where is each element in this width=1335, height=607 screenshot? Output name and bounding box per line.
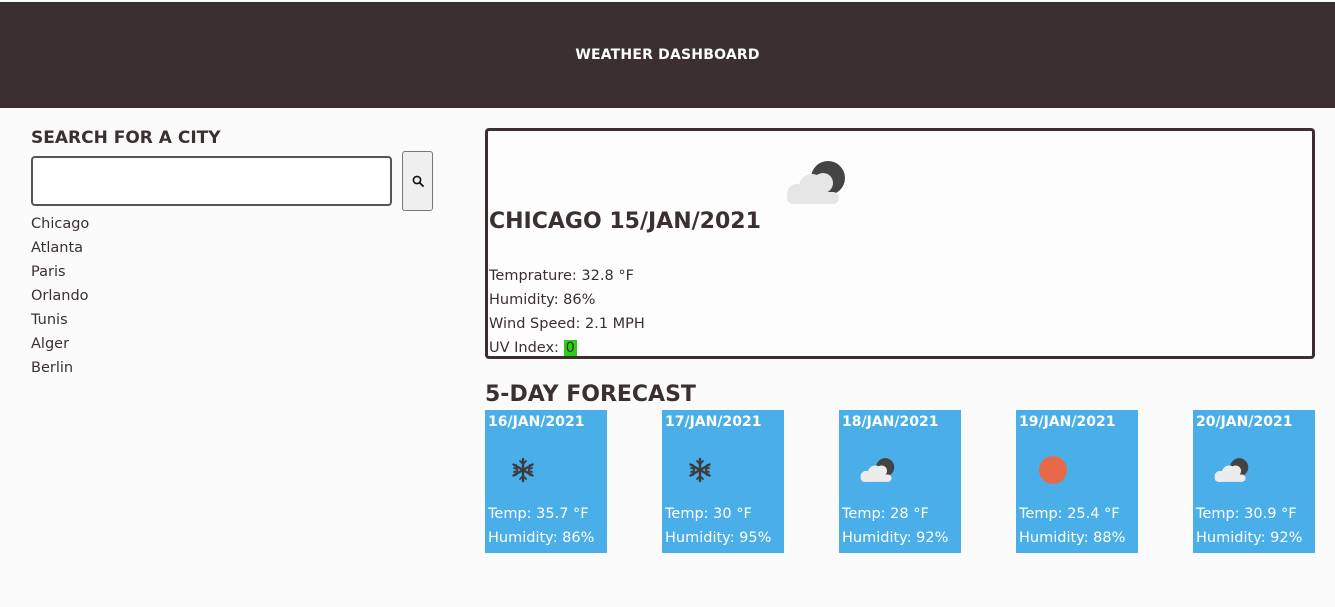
- forecast-humidity: Humidity: 86%: [488, 530, 595, 546]
- sun-icon: [1034, 452, 1074, 488]
- partly-cloudy-night-icon: [857, 452, 897, 488]
- uv-index-badge: 0: [563, 340, 577, 356]
- forecast-date: 18/JAN/2021: [842, 414, 939, 430]
- forecast-humidity: Humidity: 92%: [842, 530, 949, 546]
- current-uv-index: UV Index: 0: [489, 336, 645, 360]
- search-icon: [412, 175, 424, 187]
- forecast-temp: Temp: 35.7 °F: [488, 506, 589, 522]
- uv-label: UV Index:: [489, 340, 564, 356]
- current-stats: Temprature: 32.8 °F Humidity: 86% Wind S…: [489, 264, 645, 360]
- forecast-date: 19/JAN/2021: [1019, 414, 1116, 430]
- forecast-humidity: Humidity: 95%: [665, 530, 772, 546]
- partly-cloudy-night-icon: [781, 159, 849, 211]
- history-item[interactable]: Chicago: [31, 212, 89, 236]
- snowflake-icon: [503, 452, 543, 488]
- forecast-card: 20/JAN/2021 Temp: 30.9 °F Humidity: 92%: [1193, 410, 1315, 553]
- history-item[interactable]: Paris: [31, 260, 89, 284]
- current-temperature: Temprature: 32.8 °F: [489, 268, 634, 284]
- snowflake-icon: [680, 452, 720, 488]
- partly-cloudy-night-icon: [1211, 452, 1251, 488]
- current-city-title: CHICAGO 15/JAN/2021: [489, 209, 761, 234]
- forecast-card: 16/JAN/2021 Temp: 35.7 °F Humidity: 86%: [485, 410, 607, 553]
- forecast-date: 16/JAN/2021: [488, 414, 585, 430]
- forecast-temp: Temp: 30 °F: [665, 506, 752, 522]
- forecast-humidity: Humidity: 88%: [1019, 530, 1126, 546]
- forecast-card: 19/JAN/2021 Temp: 25.4 °F Humidity: 88%: [1016, 410, 1138, 553]
- city-search-input[interactable]: [31, 156, 392, 206]
- search-title: SEARCH FOR A CITY: [31, 128, 221, 148]
- forecast-date: 20/JAN/2021: [1196, 414, 1293, 430]
- history-item[interactable]: Atlanta: [31, 236, 89, 260]
- history-item[interactable]: Orlando: [31, 284, 89, 308]
- history-item[interactable]: Berlin: [31, 356, 89, 380]
- forecast-card: 17/JAN/2021 Temp: 30 °F Humidity: 95%: [662, 410, 784, 553]
- forecast-card: 18/JAN/2021 Temp: 28 °F Humidity: 92%: [839, 410, 961, 553]
- forecast-temp: Temp: 30.9 °F: [1196, 506, 1297, 522]
- forecast-date: 17/JAN/2021: [665, 414, 762, 430]
- search-history-list: Chicago Atlanta Paris Orlando Tunis Alge…: [31, 212, 89, 380]
- history-item[interactable]: Tunis: [31, 308, 89, 332]
- forecast-temp: Temp: 25.4 °F: [1019, 506, 1120, 522]
- forecast-humidity: Humidity: 92%: [1196, 530, 1303, 546]
- forecast-temp: Temp: 28 °F: [842, 506, 929, 522]
- current-wind-speed: Wind Speed: 2.1 MPH: [489, 316, 645, 332]
- history-item[interactable]: Alger: [31, 332, 89, 356]
- top-bar: WEATHER DASHBOARD: [0, 2, 1335, 108]
- app-title: WEATHER DASHBOARD: [575, 47, 760, 63]
- current-humidity: Humidity: 86%: [489, 292, 596, 308]
- search-button[interactable]: [402, 151, 433, 211]
- current-weather-panel: CHICAGO 15/JAN/2021 Temprature: 32.8 °F …: [485, 128, 1315, 359]
- forecast-title: 5-DAY FORECAST: [485, 382, 696, 407]
